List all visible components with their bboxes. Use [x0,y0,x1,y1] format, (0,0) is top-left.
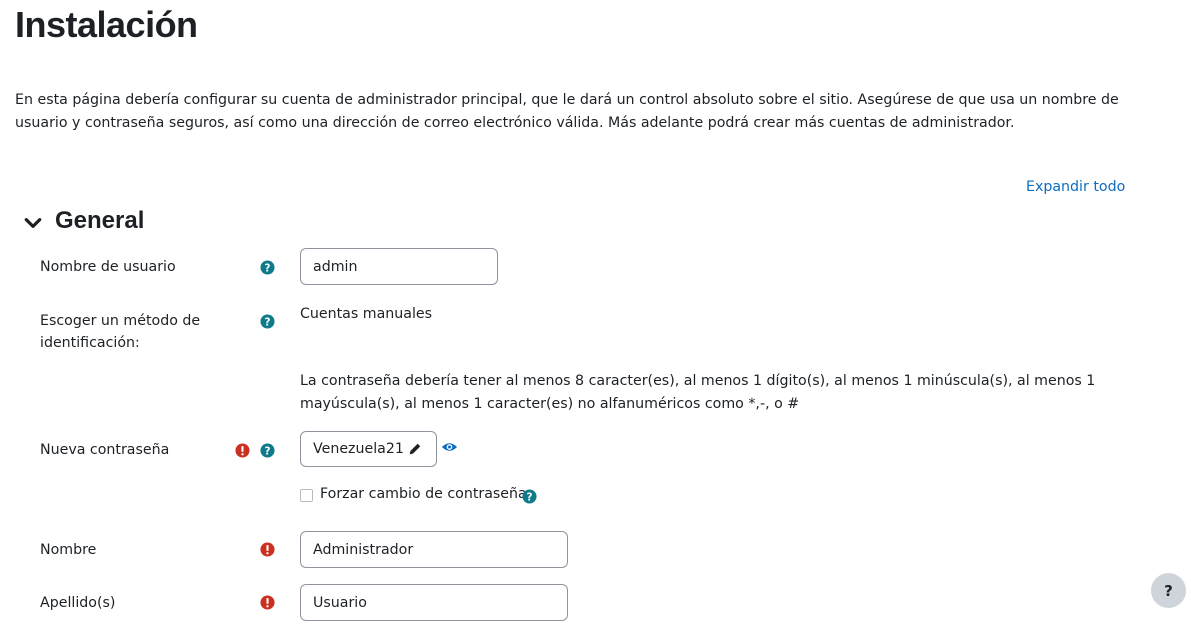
required-icon [260,542,275,557]
pencil-icon[interactable] [408,442,422,456]
username-label: Nombre de usuario [40,259,176,275]
help-icon[interactable]: ? [260,443,275,458]
svg-text:?: ? [265,316,271,328]
new-password-value: Venezuela21 [313,441,404,457]
chevron-down-icon[interactable] [24,214,42,232]
intro-text: En esta página debería configurar su cue… [15,92,1119,131]
svg-text:?: ? [265,445,271,457]
svg-text:?: ? [265,262,271,274]
help-icon[interactable]: ? [522,489,537,504]
firstname-label: Nombre [40,542,97,558]
new-password-field[interactable]: Venezuela21 [300,431,437,467]
force-password-change-label[interactable]: Forzar cambio de contraseña [320,486,527,502]
auth-method-value: Cuentas manuales [300,306,433,322]
required-icon [235,443,250,458]
required-icon [260,595,275,610]
lastname-label: Apellido(s) [40,595,116,611]
eye-icon[interactable] [441,441,458,453]
section-title[interactable]: General [55,207,144,235]
page-title: Instalación [15,4,198,45]
svg-text:?: ? [527,491,533,503]
help-button[interactable]: ? [1151,573,1186,608]
force-password-change-checkbox[interactable] [300,489,313,502]
username-input[interactable] [300,248,498,285]
firstname-input[interactable] [300,531,568,568]
password-policy-hint: La contraseña debería tener al menos 8 c… [300,373,1096,412]
expand-all-link[interactable]: Expandir todo [1026,179,1125,195]
new-password-label: Nueva contraseña [40,442,170,458]
help-icon[interactable]: ? [260,314,275,329]
lastname-input[interactable] [300,584,568,621]
auth-method-label: Escoger un método de identificación: [40,313,201,351]
help-icon[interactable]: ? [260,260,275,275]
